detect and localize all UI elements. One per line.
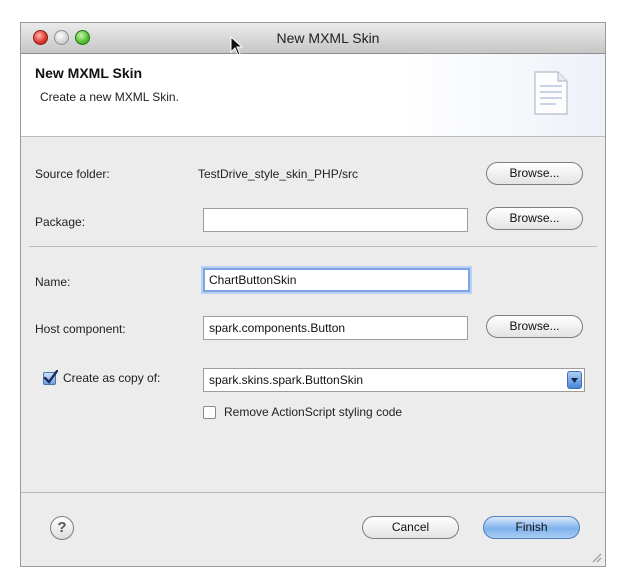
source-folder-value: TestDrive_style_skin_PHP/src	[198, 167, 359, 181]
banner-title: New MXML Skin	[35, 65, 143, 81]
remove-styling-checkbox[interactable]	[203, 406, 216, 419]
mouse-pointer-icon	[230, 36, 244, 56]
combo-dropdown-button[interactable]	[567, 371, 582, 389]
package-browse-button[interactable]: Browse...	[486, 207, 583, 230]
copy-source-combo[interactable]: spark.skins.spark.ButtonSkin	[203, 368, 585, 392]
host-component-label: Host component:	[35, 322, 126, 336]
finish-button[interactable]: Finish	[483, 516, 580, 539]
chevron-down-icon	[571, 378, 578, 383]
name-input[interactable]: ChartButtonSkin	[203, 268, 470, 292]
document-icon	[534, 71, 568, 115]
title-bar[interactable]: New MXML Skin	[21, 23, 605, 56]
host-component-browse-button[interactable]: Browse...	[486, 315, 583, 338]
footer-separator	[21, 492, 605, 493]
cancel-button[interactable]: Cancel	[362, 516, 459, 539]
host-component-input[interactable]: spark.components.Button	[203, 316, 468, 340]
separator	[29, 246, 597, 247]
source-folder-browse-button[interactable]: Browse...	[486, 162, 583, 185]
create-as-copy-label: Create as copy of:	[63, 371, 161, 385]
package-label: Package:	[35, 215, 86, 229]
remove-styling-label: Remove ActionScript styling code	[224, 405, 403, 419]
name-label: Name:	[35, 275, 71, 289]
help-button[interactable]: ?	[50, 516, 74, 540]
source-folder-label: Source folder:	[35, 167, 110, 181]
package-input[interactable]	[203, 208, 468, 232]
checkmark-icon	[43, 370, 58, 384]
resize-grip-icon[interactable]	[590, 551, 602, 563]
new-mxml-skin-dialog: New MXML Skin New MXML Skin Create a new…	[20, 22, 606, 567]
create-as-copy-checkbox[interactable]	[43, 370, 58, 385]
banner-subtitle: Create a new MXML Skin.	[40, 90, 179, 104]
header-banner: New MXML Skin Create a new MXML Skin.	[21, 54, 605, 137]
window-title: New MXML Skin	[276, 30, 380, 46]
